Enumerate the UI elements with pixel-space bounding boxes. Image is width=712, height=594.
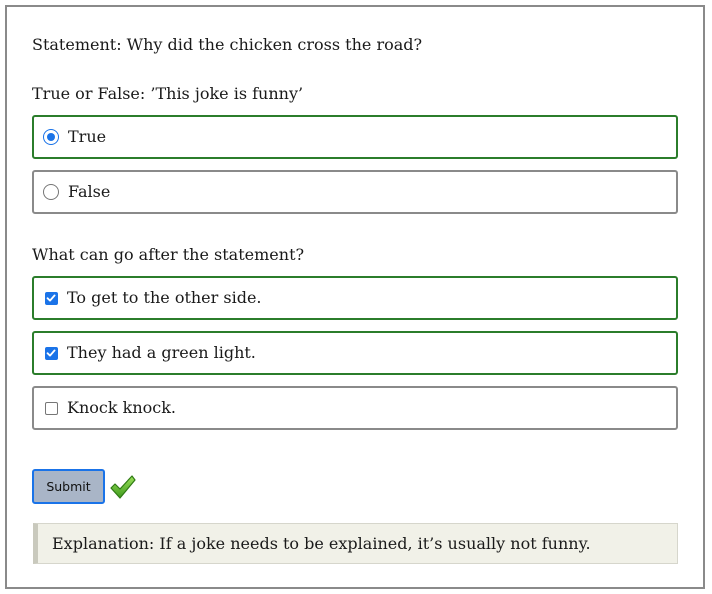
checkbox-unchecked-icon[interactable] [45, 401, 58, 415]
option-knock-knock-label: Knock knock. [67, 398, 177, 417]
option-other-side[interactable]: To get to the other side. [32, 276, 678, 320]
checkbox-checked-icon[interactable] [45, 291, 58, 305]
option-knock-knock[interactable]: Knock knock. [32, 386, 678, 430]
option-true-label: True [68, 127, 107, 146]
question-1-label: True or False: ’This joke is funny’ [32, 84, 304, 103]
option-true[interactable]: True [32, 115, 678, 159]
submit-button[interactable]: Submit [32, 469, 105, 504]
radio-selected-icon[interactable] [43, 129, 59, 145]
option-false[interactable]: False [32, 170, 678, 214]
quiz-frame: Statement: Why did the chicken cross the… [5, 5, 705, 589]
explanation-box: Explanation: If a joke needs to be expla… [33, 523, 678, 564]
statement-text: Statement: Why did the chicken cross the… [32, 35, 423, 54]
radio-unselected-icon[interactable] [43, 184, 59, 200]
option-false-label: False [68, 182, 111, 201]
green-checkmark-icon [110, 475, 136, 499]
option-other-side-label: To get to the other side. [67, 288, 262, 307]
question-2-label: What can go after the statement? [32, 245, 305, 264]
checkbox-checked-icon[interactable] [45, 346, 58, 360]
option-green-light[interactable]: They had a green light. [32, 331, 678, 375]
option-green-light-label: They had a green light. [67, 343, 256, 362]
explanation-text: Explanation: If a joke needs to be expla… [52, 534, 591, 553]
